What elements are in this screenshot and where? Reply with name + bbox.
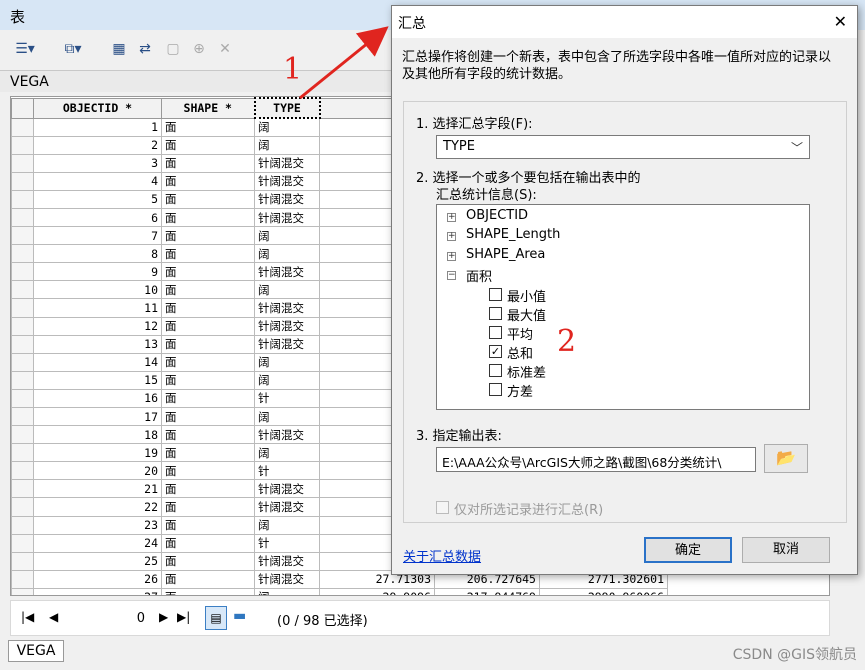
tree-field-objectid[interactable]: OBJECTID (466, 208, 528, 223)
tree-field-shape-length[interactable]: SHAPE_Length (466, 227, 560, 242)
stat-label-sum: 总和 (507, 347, 534, 362)
stat-label-mean: 平均 (507, 328, 534, 343)
annotation-step-2: 2 (557, 324, 577, 359)
stat-checkbox-sum[interactable]: ✓ (489, 345, 502, 358)
stat-label-std: 标准差 (507, 366, 547, 381)
stat-label-max: 最大值 (507, 309, 547, 324)
tree-field-shape-area[interactable]: SHAPE_Area (466, 247, 545, 262)
stat-checkbox-std[interactable] (489, 364, 502, 377)
tree-field-area[interactable]: 面积 (466, 266, 492, 285)
stat-checkbox-max[interactable] (489, 307, 502, 320)
annotation-step-1: 1 (283, 52, 303, 87)
collapse-icon[interactable]: − (447, 271, 456, 280)
stat-checkbox-mean[interactable] (489, 326, 502, 339)
help-link[interactable]: 关于汇总数据 (403, 546, 481, 565)
summarize-field-value: TYPE (443, 139, 475, 154)
expand-icon[interactable]: + (447, 252, 456, 261)
stat-checkbox-variance[interactable] (489, 383, 502, 396)
step1-label: 1. 选择汇总字段(F): (416, 117, 533, 132)
close-icon[interactable]: ✕ (834, 12, 847, 31)
step2-label-line2: 汇总统计信息(S): (436, 188, 537, 203)
summarize-dialog: 汇总 ✕ 汇总操作将创建一个新表，表中包含了所选字段中各唯一值所对应的记录以及其… (391, 5, 858, 575)
step3-label: 3. 指定输出表: (416, 429, 502, 444)
expand-icon[interactable]: + (447, 213, 456, 222)
ok-button[interactable]: 确定 (644, 537, 732, 563)
stat-checkbox-min[interactable] (489, 288, 502, 301)
stat-label-min: 最小值 (507, 290, 547, 305)
browse-folder-button[interactable]: 📂 (764, 444, 808, 473)
dialog-description: 汇总操作将创建一个新表，表中包含了所选字段中各唯一值所对应的记录以及其他所有字段… (402, 50, 832, 82)
output-table-path[interactable]: E:\AAA公众号\ArcGIS大师之路\截图\68分类统计\ (436, 447, 756, 472)
stat-label-variance: 方差 (507, 385, 534, 400)
summarize-field-select[interactable]: TYPE ﹀ (436, 135, 810, 159)
selected-only-label: 仅对所选记录进行汇总(R) (454, 503, 604, 518)
dialog-title: 汇总 (392, 6, 857, 38)
expand-icon[interactable]: + (447, 232, 456, 241)
chevron-down-icon: ﹀ (790, 141, 803, 155)
statistics-tree[interactable]: + OBJECTID + SHAPE_Length + SHAPE_Area −… (436, 204, 810, 410)
cancel-button[interactable]: 取消 (742, 537, 830, 563)
selected-only-checkbox[interactable] (436, 501, 449, 514)
folder-icon: 📂 (776, 448, 796, 467)
